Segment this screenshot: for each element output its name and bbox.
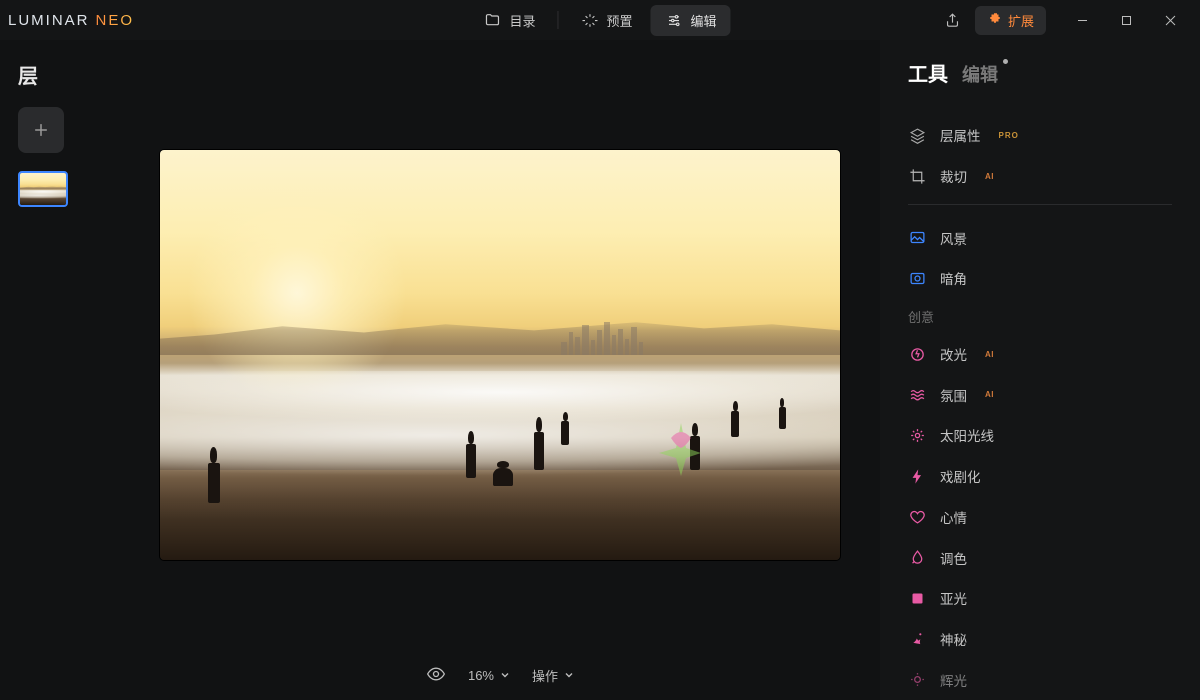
toning-icon bbox=[908, 549, 926, 567]
mode-switch: 目录 预置 编辑 bbox=[469, 5, 730, 36]
close-button[interactable] bbox=[1148, 0, 1192, 40]
zoom-dropdown[interactable]: 16% bbox=[468, 668, 510, 683]
extensions-label: 扩展 bbox=[1008, 11, 1034, 30]
sunrays-icon bbox=[908, 426, 926, 444]
tool-label: 改光 bbox=[940, 344, 967, 364]
tool-label: 风景 bbox=[940, 228, 967, 248]
photo-canvas[interactable] bbox=[160, 150, 840, 560]
share-button[interactable] bbox=[937, 4, 969, 36]
mood-icon bbox=[908, 508, 926, 526]
canvas-area: 16% 操作 bbox=[120, 40, 880, 700]
mystical-icon bbox=[908, 630, 926, 648]
maximize-button[interactable] bbox=[1104, 0, 1148, 40]
watermark bbox=[631, 418, 731, 478]
title-bar: LUMINAR NEO 目录 预置 编辑 bbox=[0, 0, 1200, 40]
layer-thumbnail[interactable] bbox=[18, 171, 68, 207]
glow-icon bbox=[908, 671, 926, 689]
mode-catalog[interactable]: 目录 bbox=[469, 5, 549, 36]
landscape-icon bbox=[908, 229, 926, 247]
chevron-down-icon bbox=[500, 670, 510, 680]
separator bbox=[557, 11, 558, 29]
mode-presets[interactable]: 预置 bbox=[566, 5, 646, 36]
sparkle-icon bbox=[580, 11, 598, 29]
mode-edit[interactable]: 编辑 bbox=[651, 5, 731, 36]
tool-relight[interactable]: 改光 AI bbox=[908, 334, 1172, 375]
indicator-dot bbox=[1003, 59, 1008, 64]
mode-catalog-label: 目录 bbox=[509, 11, 535, 30]
minimize-button[interactable] bbox=[1060, 0, 1104, 40]
tool-label: 调色 bbox=[940, 548, 967, 568]
top-right-group: 扩展 bbox=[937, 0, 1192, 40]
divider bbox=[908, 204, 1172, 205]
tool-label: 神秘 bbox=[940, 629, 967, 649]
tools-panel: 工具 编辑 层属性 PRO 裁切 AI 风景 bbox=[880, 40, 1200, 700]
tool-atmosphere[interactable]: 氛围 AI bbox=[908, 374, 1172, 415]
logo-text-2: NEO bbox=[96, 12, 135, 29]
tool-label: 辉光 bbox=[940, 670, 967, 690]
tool-label: 戏剧化 bbox=[940, 466, 981, 486]
ai-badge: AI bbox=[985, 172, 994, 181]
tool-dramatic[interactable]: 戏剧化 bbox=[908, 456, 1172, 497]
canvas-bottom-bar: 16% 操作 bbox=[426, 650, 574, 700]
sliders-icon bbox=[665, 11, 683, 29]
tool-crop[interactable]: 裁切 AI bbox=[908, 156, 1172, 197]
tool-label: 层属性 bbox=[940, 125, 981, 145]
relight-icon bbox=[908, 345, 926, 363]
layers-title: 层 bbox=[18, 60, 102, 89]
app-logo: LUMINAR NEO bbox=[8, 12, 134, 29]
tool-label: 暗角 bbox=[940, 268, 967, 288]
tool-mystical[interactable]: 神秘 bbox=[908, 619, 1172, 660]
tool-matte[interactable]: 亚光 bbox=[908, 578, 1172, 619]
ai-badge: AI bbox=[985, 350, 994, 359]
extensions-button[interactable]: 扩展 bbox=[975, 6, 1046, 35]
tool-label: 太阳光线 bbox=[940, 425, 994, 445]
actions-label: 操作 bbox=[532, 666, 558, 685]
window-controls bbox=[1060, 0, 1192, 40]
crop-icon bbox=[908, 167, 926, 185]
mode-edit-label: 编辑 bbox=[691, 11, 717, 30]
tool-label: 心情 bbox=[940, 507, 967, 527]
folder-icon bbox=[483, 11, 501, 29]
dramatic-icon bbox=[908, 467, 926, 485]
section-creative: 创意 bbox=[908, 299, 1172, 334]
visibility-toggle[interactable] bbox=[426, 664, 446, 687]
tool-glow[interactable]: 辉光 bbox=[908, 659, 1172, 700]
layers-icon bbox=[908, 126, 926, 144]
pro-badge: PRO bbox=[999, 131, 1019, 140]
tool-toning[interactable]: 调色 bbox=[908, 537, 1172, 578]
actions-dropdown[interactable]: 操作 bbox=[532, 666, 574, 685]
tool-vignette[interactable]: 暗角 bbox=[908, 258, 1172, 299]
atmosphere-icon bbox=[908, 386, 926, 404]
tool-label: 氛围 bbox=[940, 385, 967, 405]
puzzle-icon bbox=[987, 11, 1002, 29]
zoom-value: 16% bbox=[468, 668, 494, 683]
tool-landscape[interactable]: 风景 bbox=[908, 217, 1172, 258]
matte-icon bbox=[908, 589, 926, 607]
vignette-icon bbox=[908, 269, 926, 287]
tool-sunrays[interactable]: 太阳光线 bbox=[908, 415, 1172, 456]
tool-layer-properties[interactable]: 层属性 PRO bbox=[908, 115, 1172, 156]
add-layer-button[interactable] bbox=[18, 107, 64, 153]
ai-badge: AI bbox=[985, 390, 994, 399]
tool-mood[interactable]: 心情 bbox=[908, 497, 1172, 538]
tool-label: 亚光 bbox=[940, 588, 967, 608]
logo-text-1: LUMINAR bbox=[8, 12, 90, 29]
chevron-down-icon bbox=[564, 670, 574, 680]
edits-tab-label: 编辑 bbox=[962, 65, 998, 85]
tools-tab[interactable]: 工具 bbox=[908, 58, 948, 87]
layers-panel: 层 bbox=[0, 40, 120, 700]
tool-label: 裁切 bbox=[940, 166, 967, 186]
edits-tab[interactable]: 编辑 bbox=[962, 61, 998, 87]
mode-presets-label: 预置 bbox=[606, 11, 632, 30]
tools-header: 工具 编辑 bbox=[908, 58, 1172, 87]
